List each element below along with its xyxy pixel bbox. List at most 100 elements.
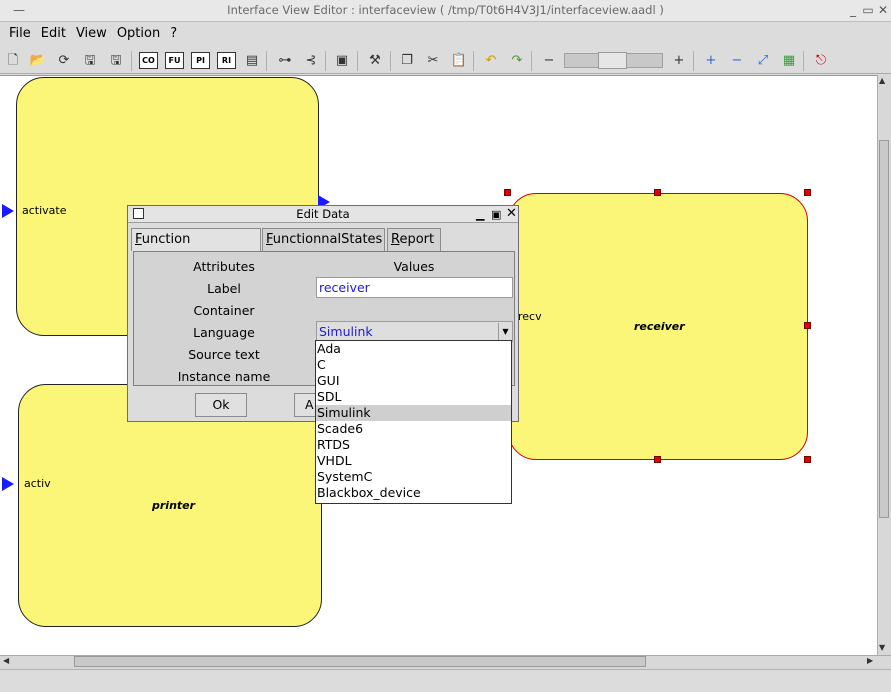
vertical-scrollbar-thumb[interactable] — [879, 140, 889, 518]
layers-icon[interactable]: ▦ — [779, 51, 799, 71]
status-bar — [0, 669, 891, 692]
toolbar-divider — [531, 51, 532, 71]
fit-to-window-icon[interactable]: ⤢ — [753, 51, 773, 71]
dialog-title-bar: Edit Data ▁ ▣ ✕ — [128, 206, 518, 223]
undo-icon[interactable]: ↶ — [481, 51, 501, 71]
dropdown-option[interactable]: RTDS — [316, 437, 511, 453]
dropdown-option[interactable]: Scade6 — [316, 421, 511, 437]
resize-handle[interactable] — [654, 189, 661, 196]
port-label: recv — [518, 310, 542, 323]
maximize-icon[interactable]: ▭ — [861, 3, 875, 17]
toolbar-divider — [131, 51, 132, 71]
port-label: activate — [22, 204, 67, 217]
save-as-icon[interactable]: 🖫 — [106, 51, 126, 71]
toolbar-divider — [803, 51, 804, 71]
exit-icon[interactable]: ⎋ — [811, 51, 831, 71]
container-value-field[interactable] — [316, 299, 513, 320]
collapse-icon[interactable]: − — [727, 51, 747, 71]
refresh-icon[interactable]: ⟳ — [54, 51, 74, 71]
menu-help[interactable]: ? — [165, 22, 182, 46]
dropdown-option[interactable]: GUI — [316, 373, 511, 389]
values-header: Values — [393, 259, 435, 274]
dropdown-option[interactable]: SDL — [316, 389, 511, 405]
dropdown-option[interactable]: SystemC — [316, 469, 511, 485]
window-title: Interface View Editor : interfaceview ( … — [227, 3, 664, 17]
resize-handle[interactable] — [654, 456, 661, 463]
port-icon[interactable] — [2, 204, 14, 218]
window-title-bar: Interface View Editor : interfaceview ( … — [0, 0, 891, 22]
resize-handle[interactable] — [804, 322, 811, 329]
attributes-header: Attributes — [193, 259, 255, 274]
dropdown-option[interactable]: Ada — [316, 341, 511, 357]
scroll-right-icon[interactable]: ▶ — [867, 656, 873, 665]
language-dropdown-list: Ada C GUI SDL Simulink Scade6 RTDS VHDL … — [315, 340, 512, 504]
toolbar-divider — [266, 51, 267, 71]
zoom-in-icon[interactable]: + — [669, 51, 689, 71]
zoom-slider-thumb[interactable] — [598, 52, 627, 69]
add-function-button[interactable]: FU — [165, 52, 184, 69]
attribute-label-label: Label — [207, 281, 241, 296]
menu-edit[interactable]: Edit — [36, 22, 71, 46]
dialog-minimize-icon[interactable]: ▁ — [476, 206, 484, 223]
function-name: receiver — [634, 320, 685, 333]
ok-button[interactable]: Ok — [195, 393, 247, 417]
save-icon[interactable]: 🖫 — [80, 51, 100, 71]
copy-icon[interactable]: ❐ — [397, 51, 417, 71]
split-connection-icon[interactable]: ⊰ — [301, 51, 321, 71]
expand-icon[interactable]: + — [701, 51, 721, 71]
resize-handle[interactable] — [804, 189, 811, 196]
language-select[interactable]: Simulink — [316, 321, 513, 342]
chevron-down-icon[interactable]: ▼ — [498, 323, 512, 341]
horizontal-scrollbar-thumb[interactable] — [74, 656, 646, 667]
document-icon[interactable]: ▤ — [242, 51, 262, 71]
paste-icon[interactable]: 📋 — [449, 51, 469, 71]
attribute-label-container: Container — [193, 303, 255, 318]
dropdown-option[interactable]: C — [316, 357, 511, 373]
toolbar: 🗋 📂 ⟳ 🖫 🖫 CO FU PI RI ▤ ⊶ ⊰ ▣ ⚒ ❐ ✂ 📋 ↶ … — [0, 47, 891, 74]
attribute-label-source-text: Source text — [188, 347, 260, 362]
resize-handle[interactable] — [504, 189, 511, 196]
toolbar-divider — [325, 51, 326, 71]
tab-functionnal-states[interactable]: FunctionnalStates — [262, 228, 385, 251]
dropdown-option[interactable]: Blackbox_device — [316, 485, 511, 501]
function-name: printer — [152, 499, 196, 512]
port-icon[interactable] — [2, 477, 14, 491]
menu-file[interactable]: File — [4, 22, 36, 46]
scroll-up-icon[interactable]: ▲ — [879, 76, 885, 85]
dropdown-option[interactable]: VHDL — [316, 453, 511, 469]
add-provided-interface-button[interactable]: PI — [191, 52, 210, 69]
scroll-left-icon[interactable]: ◀ — [3, 656, 9, 665]
dropdown-option-selected[interactable]: Simulink — [316, 405, 511, 421]
minimize-icon[interactable]: _ — [846, 3, 860, 17]
toolbar-divider — [357, 51, 358, 71]
dialog-close-icon[interactable]: ✕ — [506, 205, 517, 222]
toolbar-divider — [473, 51, 474, 71]
menu-option[interactable]: Option — [112, 22, 165, 46]
tab-report[interactable]: Report — [387, 228, 441, 251]
toolbar-divider — [390, 51, 391, 71]
resize-handle[interactable] — [804, 456, 811, 463]
add-container-button[interactable]: CO — [139, 52, 158, 69]
dialog-title: Edit Data — [296, 207, 350, 221]
new-file-icon[interactable]: 🗋 — [3, 51, 23, 71]
tab-function-attributes[interactable]: Function Attributes — [131, 228, 261, 268]
scroll-down-icon[interactable]: ▼ — [879, 643, 885, 652]
menu-view[interactable]: View — [71, 22, 112, 46]
label-value-field[interactable]: receiver — [316, 277, 513, 298]
zoom-out-icon[interactable]: − — [539, 51, 559, 71]
attribute-label-language: Language — [193, 325, 255, 340]
dialog-menu-icon[interactable] — [133, 208, 144, 219]
close-icon[interactable]: ✕ — [876, 3, 890, 17]
attribute-label-instance-name: Instance name — [177, 369, 271, 384]
tool-icon[interactable]: ⚒ — [365, 51, 385, 71]
redo-icon[interactable]: ↷ — [507, 51, 527, 71]
port-label: activ — [24, 477, 51, 490]
toolbar-divider — [693, 51, 694, 71]
connection-icon[interactable]: ⊶ — [275, 51, 295, 71]
database-icon[interactable]: ▣ — [332, 51, 352, 71]
window-menu-icon[interactable]: — — [12, 3, 26, 17]
add-required-interface-button[interactable]: RI — [217, 52, 236, 69]
cut-icon[interactable]: ✂ — [423, 51, 443, 71]
dialog-maximize-icon[interactable]: ▣ — [491, 206, 501, 223]
open-folder-icon[interactable]: 📂 — [28, 51, 48, 71]
